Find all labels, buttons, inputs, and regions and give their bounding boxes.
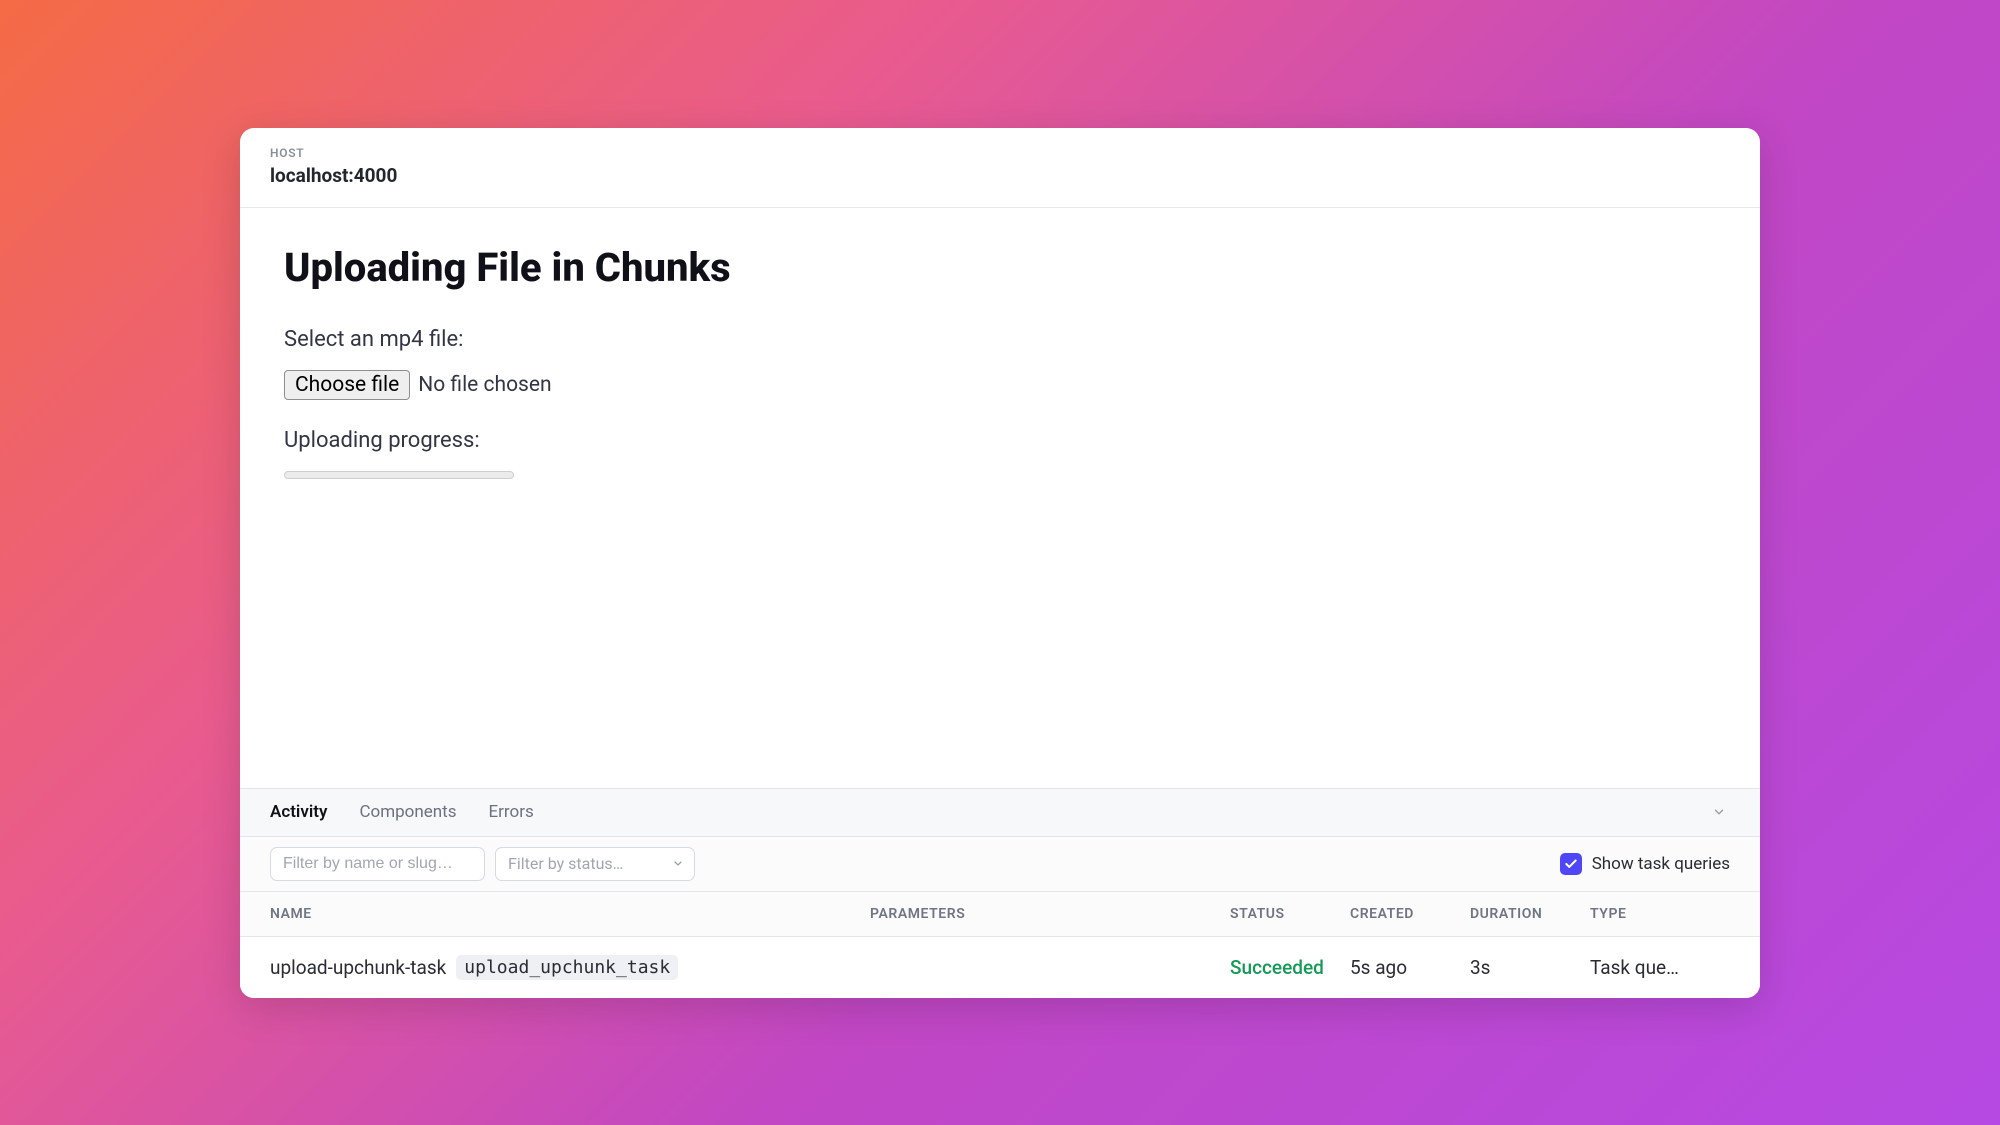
filter-status-placeholder: Filter by status… (508, 854, 623, 873)
col-header-name: NAME (270, 906, 870, 922)
row-name: upload-upchunk-task (270, 956, 446, 979)
filter-name-input[interactable] (270, 847, 485, 881)
show-task-queries-label: Show task queries (1592, 854, 1730, 874)
table-header: NAME PARAMETERS STATUS CREATED DURATION … (240, 892, 1760, 937)
progress-label: Uploading progress: (284, 428, 1716, 453)
collapse-panel-button[interactable] (1708, 801, 1730, 823)
main-content: Uploading File in Chunks Select an mp4 f… (240, 208, 1760, 788)
row-duration: 3s (1470, 956, 1590, 979)
choose-file-button[interactable]: Choose file (284, 370, 410, 400)
app-window: HOST localhost:4000 Uploading File in Ch… (240, 128, 1760, 998)
file-input-row: Choose file No file chosen (284, 370, 1716, 400)
row-status: Succeeded (1230, 956, 1350, 979)
page-title: Uploading File in Chunks (284, 244, 1716, 291)
chevron-down-icon (1712, 805, 1726, 819)
row-created: 5s ago (1350, 956, 1470, 979)
col-header-type: TYPE (1590, 906, 1730, 922)
show-task-queries-toggle[interactable]: Show task queries (1560, 853, 1730, 875)
host-label: HOST (270, 146, 1730, 160)
header: HOST localhost:4000 (240, 128, 1760, 208)
panel-tabs: Activity Components Errors (240, 789, 1760, 837)
row-slug-badge: upload_upchunk_task (456, 955, 678, 980)
filter-status-select[interactable]: Filter by status… (495, 847, 695, 881)
col-header-created: CREATED (1350, 906, 1470, 922)
col-header-duration: DURATION (1470, 906, 1590, 922)
filter-row: Filter by status… Show task queries (240, 837, 1760, 892)
chevron-down-icon (672, 854, 684, 873)
col-header-parameters: PARAMETERS (870, 906, 1230, 922)
col-header-status: STATUS (1230, 906, 1350, 922)
progress-bar (284, 471, 514, 479)
tab-activity[interactable]: Activity (270, 802, 327, 822)
select-file-label: Select an mp4 file: (284, 327, 1716, 352)
host-value: localhost:4000 (270, 164, 1730, 187)
table-row[interactable]: upload-upchunk-task upload_upchunk_task … (240, 937, 1760, 998)
row-type: Task que… (1590, 956, 1730, 979)
tab-components[interactable]: Components (359, 802, 456, 822)
checkbox-checked-icon (1560, 853, 1582, 875)
no-file-chosen-text: No file chosen (418, 373, 551, 397)
tab-errors[interactable]: Errors (488, 802, 533, 822)
activity-panel: Activity Components Errors Filter by sta… (240, 788, 1760, 998)
